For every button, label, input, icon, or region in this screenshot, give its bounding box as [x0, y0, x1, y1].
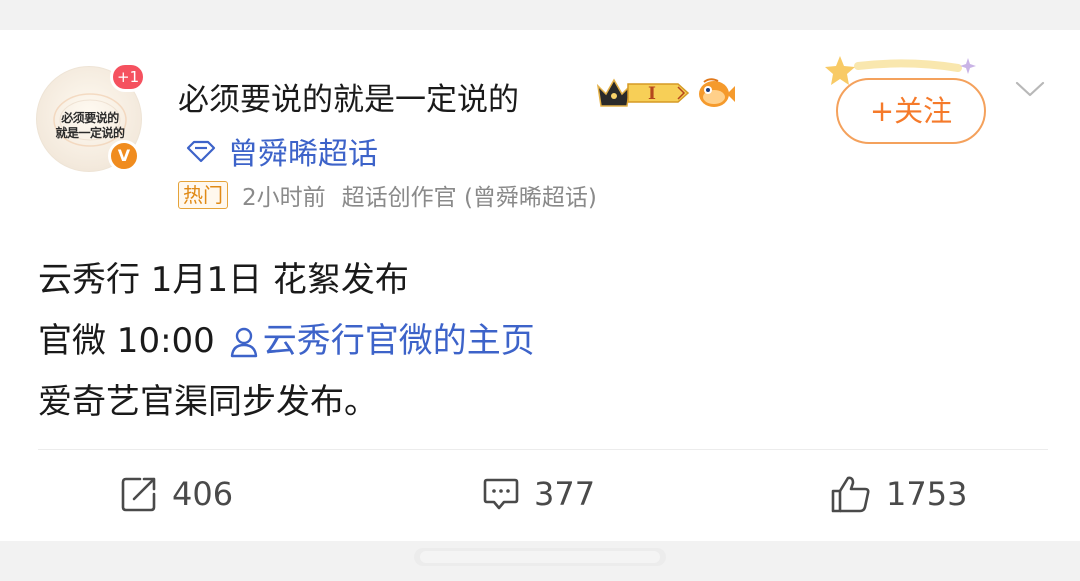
- chevron-down-icon[interactable]: [1014, 78, 1046, 100]
- topic-link[interactable]: 曾舜晞超话: [186, 131, 378, 172]
- post-source[interactable]: 超话创作官 (曾舜晞超话): [342, 178, 597, 212]
- repost-count: 406: [172, 475, 234, 513]
- content-line-2-prefix: 官微 10:00: [38, 321, 215, 361]
- diamond-icon: [186, 140, 216, 163]
- top-separator-strip: [0, 0, 1080, 30]
- thumbs-up-icon: [831, 476, 870, 513]
- member-crown-icon[interactable]: I: [594, 74, 692, 112]
- post-time: 2小时前: [242, 185, 326, 211]
- content-line-2: 官微 10:00 云秀行官微的主页: [38, 311, 535, 372]
- mention-text: 云秀行官微的主页: [262, 321, 535, 361]
- verified-badge: V: [108, 140, 140, 172]
- like-button[interactable]: 1753: [830, 470, 967, 518]
- member-level-text: I: [648, 84, 656, 104]
- content-line-3: 爱奇艺官渠同步发布。: [38, 382, 378, 422]
- person-icon: [230, 327, 257, 357]
- comment-count: 377: [534, 475, 596, 513]
- follow-button[interactable]: +关注: [836, 78, 986, 144]
- notification-badge: +1: [110, 62, 147, 92]
- divider: [38, 449, 1048, 450]
- comment-icon: [483, 478, 519, 510]
- avatar-text-line2: 就是一定说的: [55, 126, 125, 140]
- fish-icon[interactable]: [696, 76, 736, 110]
- post-content: 云秀行 1月1日 花絮发布 官微 10:00 云秀行官微的主页 爱奇艺官渠同步发…: [38, 250, 535, 433]
- mention-link[interactable]: 云秀行官微的主页: [215, 311, 535, 372]
- author-name[interactable]: 必须要说的就是一定说的: [178, 74, 519, 119]
- watermark-decoration: [414, 548, 666, 566]
- comment-button[interactable]: 377: [482, 470, 595, 518]
- content-line-1: 云秀行 1月1日 花絮发布: [38, 260, 409, 300]
- like-count: 1753: [886, 475, 968, 513]
- repost-button[interactable]: 406: [120, 470, 233, 518]
- topic-label: 曾舜晞超话: [228, 137, 378, 172]
- hot-tag: 热门: [178, 181, 228, 209]
- post-meta: 热门 2小时前 超话创作官 (曾舜晞超话): [178, 179, 597, 211]
- repost-icon: [121, 477, 156, 512]
